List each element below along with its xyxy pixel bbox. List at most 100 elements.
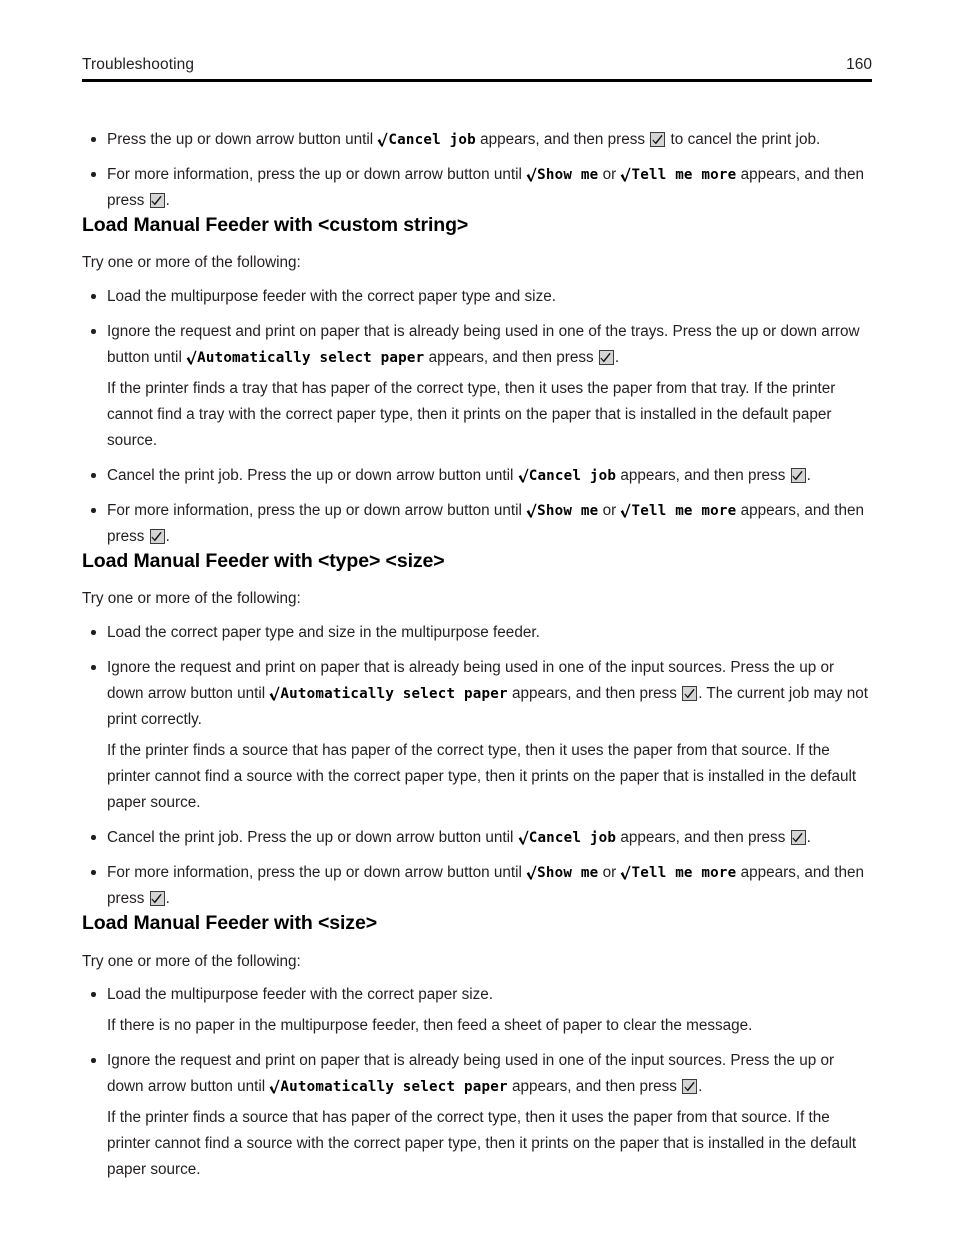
list-item: For more information, press the up or do… (82, 162, 872, 214)
section-note-no-paper: If there is no paper in the multipurpose… (107, 1017, 753, 1035)
list-item: Cancel the print job. Press the up or do… (82, 825, 872, 851)
header-section-title: Troubleshooting (82, 56, 195, 73)
panel-string-auto-select-paper: Automatically select paper (280, 1079, 508, 1096)
bullet-text-more-info: For more information, press the up or do… (107, 864, 527, 882)
bullet-text-more-info: For more information, press the up or do… (107, 502, 527, 520)
section-note-source: If the printer finds a source that has p… (107, 1109, 857, 1179)
bullet-text-arrow-button-until: arrow button until (147, 685, 270, 703)
select-button-checkmark-icon[interactable] (682, 686, 698, 702)
bullet-text-appears-and: appears, and (736, 864, 830, 882)
bullet-text: Load the multipurpose feeder with the co… (107, 288, 556, 306)
page-content: Press the up or down arrow button until … (82, 118, 872, 1183)
list-item: Load the multipurpose feeder with the co… (82, 982, 872, 1008)
section-bullet-list-custom-string: Load the multipurpose feeder with the co… (82, 284, 872, 371)
bullet-text-period: . (165, 890, 170, 908)
bullet-text-to-cancel: to cancel the print job. (666, 131, 821, 148)
radical-check-icon (620, 865, 632, 880)
bullet-text-appears: appears, and then press (616, 829, 790, 847)
radical-check-icon (518, 830, 529, 845)
select-button-checkmark-icon[interactable] (149, 529, 165, 545)
bullet-text-appears: appears, and then press (424, 349, 598, 367)
bullet-text-arrow-button-until: arrow button until (147, 1078, 270, 1096)
section-intro: Try one or more of the following: (82, 254, 301, 272)
section-bullet-list-type-size-cont: Cancel the print job. Press the up or do… (82, 825, 872, 912)
radical-check-icon (526, 503, 537, 518)
bullet-text-period: . (806, 829, 811, 847)
bullet-text-cancel-lead: Cancel the print job. Press the up or do… (107, 467, 518, 485)
bullet-text-button-until: button until (107, 349, 187, 367)
radical-check-icon (269, 1079, 281, 1094)
section-bullet-list-type-size: Load the correct paper type and size in … (82, 620, 872, 733)
bullet-text-appears: appears, and then press (507, 685, 682, 703)
section-note-tray: If the printer finds a tray that has pap… (107, 380, 836, 450)
panel-string-cancel-job: Cancel job (528, 830, 617, 847)
section-intro: Try one or more of the following: (82, 590, 301, 608)
bullet-text-or: or (598, 502, 621, 520)
bullet-text-period: . (614, 349, 620, 367)
panel-string-show-me: Show me (537, 865, 599, 882)
bullet-text-appears-and: appears, and (736, 502, 830, 520)
bullet-text: Load the correct paper type and size in … (107, 624, 540, 642)
bullet-text-period: . (806, 467, 811, 485)
list-item: For more information, press the up or do… (82, 498, 872, 550)
section-heading-size: Load Manual Feeder with <size> (82, 912, 377, 935)
panel-string-cancel-job: Cancel job (528, 468, 617, 485)
bullet-text-appears: appears, and then press (475, 131, 650, 148)
header-page-number: 160 (846, 56, 872, 73)
panel-string-auto-select-paper: Automatically select paper (280, 686, 508, 703)
select-button-checkmark-icon[interactable] (149, 891, 165, 907)
bullet-text-appears: appears, and then press (507, 1078, 682, 1096)
bullet-text-period: . (165, 528, 170, 546)
panel-string-show-me: Show me (537, 167, 599, 183)
list-item: Press the up or down arrow button until … (82, 127, 872, 153)
bullet-text-more-info: For more information, press the up or do… (107, 166, 527, 183)
panel-string-show-me: Show me (537, 503, 599, 520)
bullet-text-or: or (598, 166, 621, 183)
panel-string-cancel-job: Cancel job (388, 132, 476, 148)
list-item: Ignore the request and print on paper th… (82, 319, 872, 371)
section-note-source: If the printer finds a source that has p… (107, 742, 857, 812)
section-heading-type-size: Load Manual Feeder with <type> <size> (82, 550, 445, 573)
radical-check-icon (269, 686, 281, 701)
select-button-checkmark-icon[interactable] (598, 350, 614, 366)
list-item: For more information, press the up or do… (82, 860, 872, 912)
list-item: Load the correct paper type and size in … (82, 620, 872, 646)
select-button-checkmark-icon[interactable] (682, 1079, 698, 1095)
list-item: Cancel the print job. Press the up or do… (82, 463, 872, 489)
panel-string-tell-me-more: Tell me more (631, 167, 737, 183)
section-bullet-list-size: Load the multipurpose feeder with the co… (82, 982, 872, 1008)
bullet-text-appears-and: appears, and (736, 166, 830, 183)
bullet-text-print-correctly: print correctly. (107, 711, 202, 729)
bullet-text-period: . (165, 192, 170, 209)
bullet-text: Load the multipurpose feeder with the co… (107, 986, 494, 1004)
radical-check-icon (186, 350, 197, 365)
panel-string-auto-select-paper: Automatically select paper (197, 350, 425, 367)
bullet-text-ignore-trays: Ignore the request and print on paper th… (107, 323, 860, 341)
radical-check-icon (377, 132, 389, 147)
radical-check-icon (526, 167, 537, 182)
radical-check-icon (620, 167, 632, 182)
bullet-text-or: or (598, 864, 621, 882)
list-item: Load the multipurpose feeder with the co… (82, 284, 872, 310)
select-button-checkmark-icon[interactable] (790, 468, 806, 484)
document-page: Troubleshooting 160 Press the up or down… (0, 0, 954, 1235)
select-button-checkmark-icon[interactable] (650, 132, 666, 147)
section-bullet-list-size-cont: Ignore the request and print on paper th… (82, 1048, 872, 1100)
radical-check-icon (526, 865, 537, 880)
bullet-text-press-until: Press the up or down arrow button until (107, 131, 378, 148)
radical-check-icon (620, 503, 632, 518)
select-button-checkmark-icon[interactable] (790, 830, 806, 846)
page-header: Troubleshooting 160 (82, 56, 872, 82)
carryover-bullet-list: Press the up or down arrow button until … (82, 127, 872, 214)
list-item: Ignore the request and print on paper th… (82, 655, 872, 733)
radical-check-icon (518, 468, 529, 483)
bullet-text-current-job: . The current job may not (698, 685, 868, 703)
panel-string-tell-me-more: Tell me more (631, 865, 737, 882)
list-item: Ignore the request and print on paper th… (82, 1048, 872, 1100)
bullet-text-cancel-lead: Cancel the print job. Press the up or do… (107, 829, 518, 847)
section-heading-custom-string: Load Manual Feeder with <custom string> (82, 214, 469, 236)
select-button-checkmark-icon[interactable] (149, 193, 165, 208)
panel-string-tell-me-more: Tell me more (631, 503, 737, 520)
section-intro: Try one or more of the following: (82, 952, 301, 970)
section-bullet-list-custom-string-cont: Cancel the print job. Press the up or do… (82, 463, 872, 550)
